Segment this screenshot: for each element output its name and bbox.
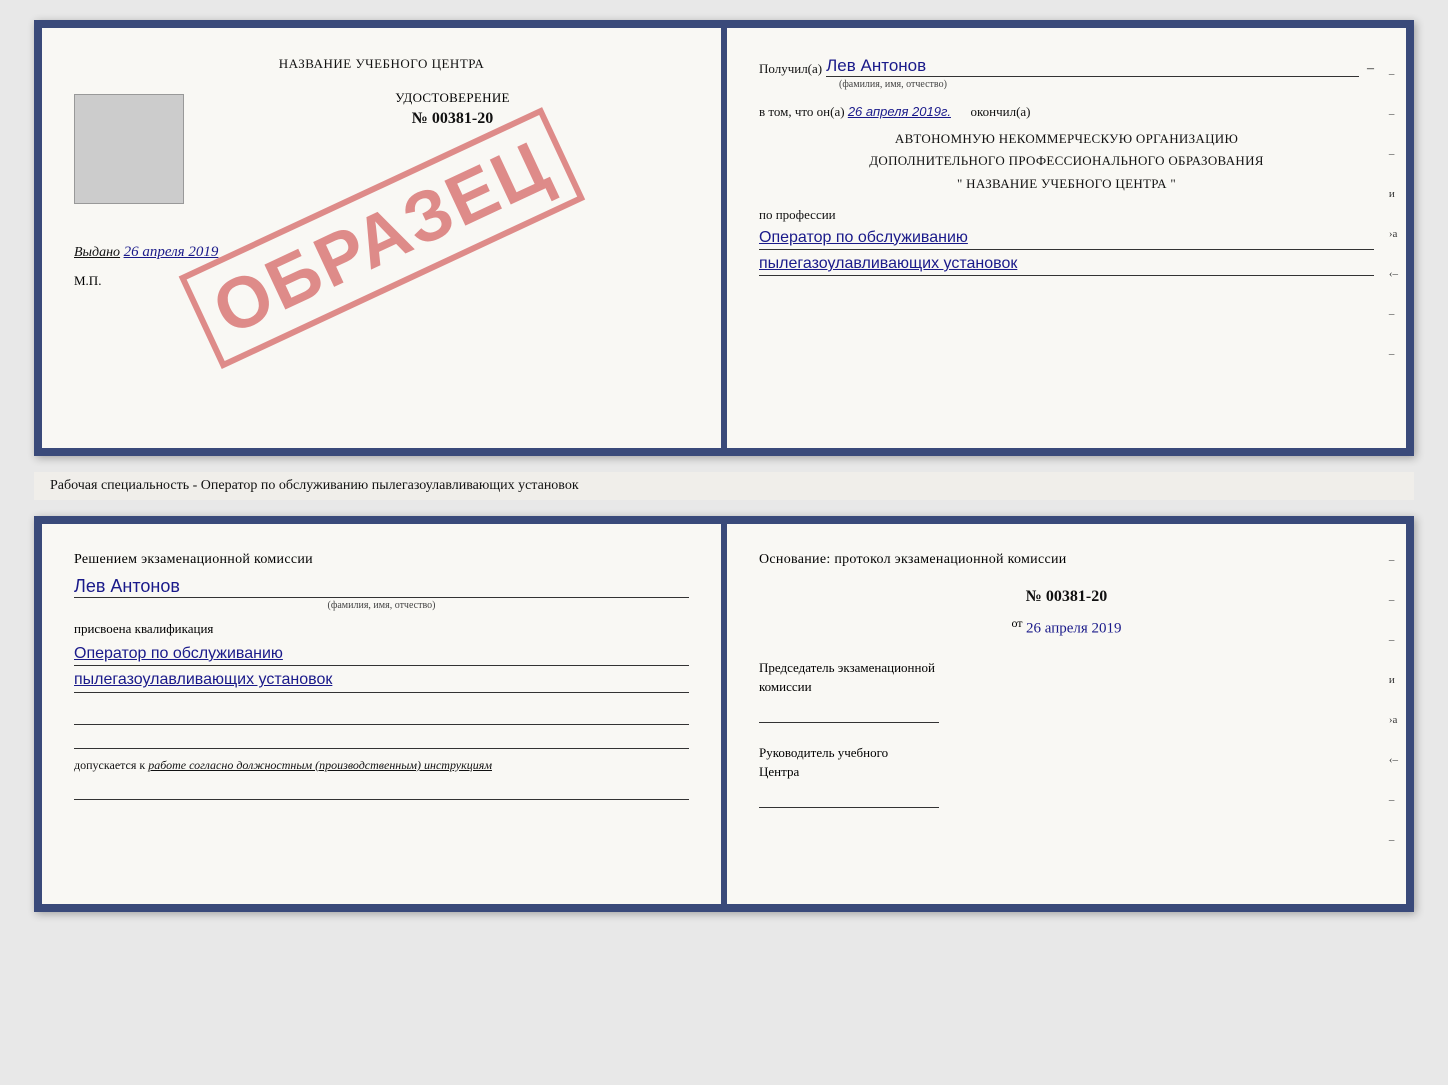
profession-line2: пылегазоулавливающих установок (759, 253, 1374, 276)
bottom-lines (74, 707, 689, 749)
top-left-page: НАЗВАНИЕ УЧЕБНОГО ЦЕНТРА УДОСТОВЕРЕНИЕ №… (42, 28, 727, 448)
middle-label: Рабочая специальность - Оператор по обсл… (34, 472, 1414, 500)
blank-line-3 (74, 782, 689, 800)
org-block: АВТОНОМНУЮ НЕКОММЕРЧЕСКУЮ ОРГАНИЗАЦИЮ ДО… (759, 128, 1374, 194)
top-right-page: Получил(а) Лев Антонов – (фамилия, имя, … (727, 28, 1406, 448)
cert-number: № 00381-20 (216, 110, 689, 128)
head-label1: Руководитель учебного (759, 745, 888, 760)
head-block: Руководитель учебного Центра (759, 743, 1374, 808)
qualification-line2: пылегазоулавливающих установок (74, 669, 689, 692)
admission-prefix: допускается к (74, 758, 145, 772)
chairman-title: Председатель экзаменационной комиссии (759, 658, 1374, 697)
cert-header: НАЗВАНИЕ УЧЕБНОГО ЦЕНТРА (74, 56, 689, 72)
protocol-number: № 00381-20 (759, 588, 1374, 606)
admission-text: допускается к работе согласно должностны… (74, 757, 689, 774)
org-line3: " НАЗВАНИЕ УЧЕБНОГО ЦЕНТРА " (759, 173, 1374, 195)
side-marks-bottom: – – – и ›а ‹– – – (1389, 554, 1398, 846)
date-value: 26 апреля 2019г. (848, 104, 951, 119)
bottom-document-spread: Решением экзаменационной комиссии Лев Ан… (34, 516, 1414, 912)
recipient-name: Лев Антонов (826, 56, 1359, 77)
protocol-date-value: 26 апреля 2019 (1026, 621, 1122, 637)
chairman-block: Председатель экзаменационной комиссии (759, 658, 1374, 723)
protocol-date: от 26 апреля 2019 (759, 616, 1374, 638)
profession-label: по профессии (759, 207, 1374, 223)
admission-italic: работе согласно должностным (производств… (148, 758, 492, 772)
right-page-content: Получил(а) Лев Антонов – (фамилия, имя, … (759, 56, 1374, 276)
qualification-line1: Оператор по обслуживанию (74, 643, 689, 666)
finished-label: окончил(а) (970, 104, 1030, 119)
fio-hint-bottom: (фамилия, имя, отчество) (74, 600, 689, 611)
cert-issued: Выдано 26 апреля 2019 (74, 244, 689, 261)
received-label: Получил(а) (759, 61, 822, 77)
blank-line-1 (74, 707, 689, 725)
cert-photo-placeholder (74, 94, 184, 204)
top-document-spread: НАЗВАНИЕ УЧЕБНОГО ЦЕНТРА УДОСТОВЕРЕНИЕ №… (34, 20, 1414, 456)
chairman-signature-line (759, 705, 939, 723)
chairman-label1: Председатель экзаменационной (759, 660, 935, 675)
cert-mp: М.П. (74, 273, 689, 289)
protocol-date-prefix: от (1011, 616, 1022, 630)
issued-label: Выдано (74, 245, 120, 260)
profession-line1: Оператор по обслуживанию (759, 227, 1374, 250)
person-name-bottom: Лев Антонов (74, 576, 689, 598)
bottom-left-page: Решением экзаменационной комиссии Лев Ан… (42, 524, 727, 904)
dash-after-name: – (1367, 61, 1374, 77)
head-signature-line (759, 790, 939, 808)
bottom-right-page: Основание: протокол экзаменационной коми… (727, 524, 1406, 904)
qualification-label: присвоена квалификация (74, 621, 689, 637)
udostoverenie-label: УДОСТОВЕРЕНИЕ (216, 90, 689, 106)
blank-line-2 (74, 731, 689, 749)
osnov-label: Основание: протокол экзаменационной коми… (759, 552, 1374, 568)
head-label2: Центра (759, 764, 799, 779)
commission-header: Решением экзаменационной комиссии (74, 552, 689, 568)
side-marks-top: – – – и ›а ‹– – – (1389, 68, 1398, 360)
head-title: Руководитель учебного Центра (759, 743, 1374, 782)
fio-hint-top: (фамилия, имя, отчество) (839, 79, 1374, 90)
date-line: в том, что он(а) 26 апреля 2019г. окончи… (759, 104, 1374, 120)
chairman-label2: комиссии (759, 679, 812, 694)
org-line2: ДОПОЛНИТЕЛЬНОГО ПРОФЕССИОНАЛЬНОГО ОБРАЗО… (759, 150, 1374, 172)
date-prefix: в том, что он(а) (759, 104, 845, 119)
recipient-line: Получил(а) Лев Антонов – (759, 56, 1374, 77)
issued-date: 26 апреля 2019 (124, 244, 219, 260)
org-line1: АВТОНОМНУЮ НЕКОММЕРЧЕСКУЮ ОРГАНИЗАЦИЮ (759, 128, 1374, 150)
